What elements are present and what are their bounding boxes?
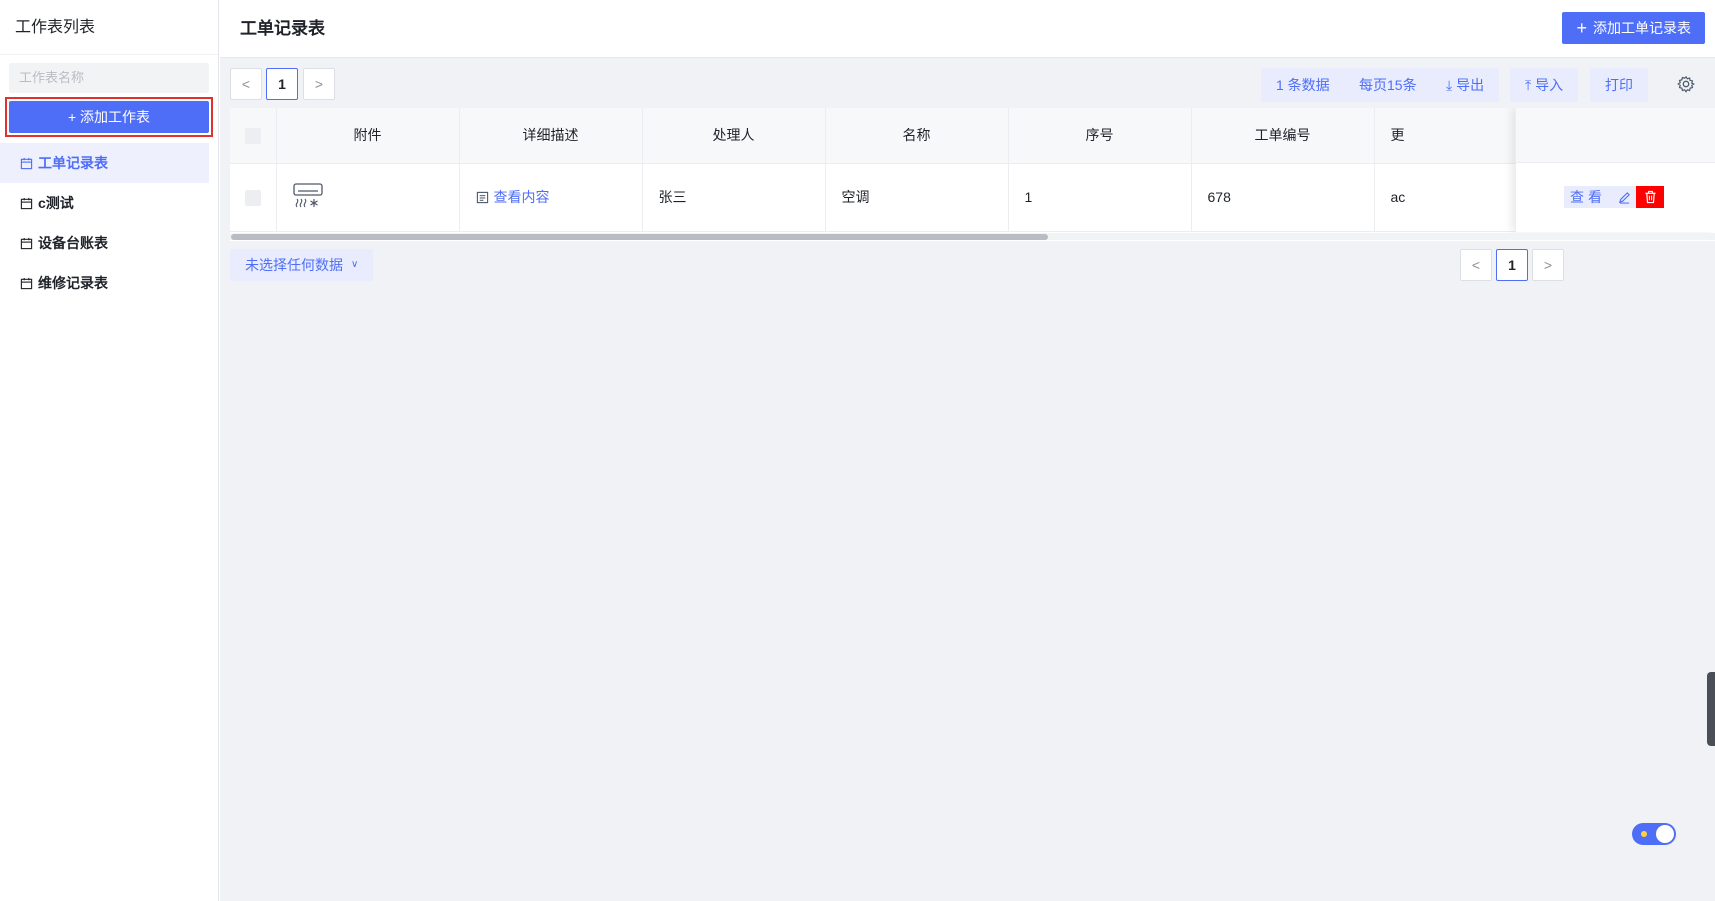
column-header[interactable]: 详细描述 — [459, 108, 643, 164]
seq-cell: 1 — [1008, 163, 1192, 232]
edit-button[interactable] — [1612, 186, 1636, 208]
sheet-item-work-order[interactable]: 工单记录表 — [0, 143, 209, 183]
page-1-button[interactable]: 1 — [266, 68, 298, 100]
download-icon: ⤓ — [1446, 77, 1453, 93]
page-size-select[interactable]: 每页15条 — [1344, 68, 1432, 102]
scroll-thumb[interactable] — [231, 234, 1048, 240]
add-sheet-button[interactable]: + 添加工作表 — [9, 101, 209, 133]
view-content-label: 查看内容 — [493, 189, 550, 205]
document-icon — [476, 191, 488, 203]
sheet-list: 工单记录表 c测试 设备台账表 维修记录表 — [0, 143, 218, 303]
header: 工单记录表 + 添加工单记录表 — [220, 0, 1715, 58]
attachment-cell — [276, 163, 460, 232]
sun-icon — [1641, 831, 1647, 837]
actions-column: 查看 — [1515, 108, 1715, 232]
main-content: 工单记录表 + 添加工单记录表 < 1 > 1 条数据 每页15条 ⤓ 导出 ⤒… — [220, 0, 1715, 901]
sheet-item-c-test[interactable]: c测试 — [0, 183, 209, 223]
sheet-item-label: 设备台账表 — [38, 235, 108, 251]
delete-button[interactable] — [1636, 186, 1664, 208]
name-cell: 空调 — [825, 163, 1009, 232]
gear-icon[interactable] — [1677, 75, 1695, 93]
trash-icon — [1644, 190, 1656, 204]
row-select-cell — [230, 163, 277, 232]
more-cell: ac — [1374, 163, 1531, 232]
bottom-next-page-button[interactable]: > — [1532, 249, 1564, 281]
select-all-checkbox[interactable] — [244, 127, 261, 144]
bottom-page-1-button[interactable]: 1 — [1496, 249, 1528, 281]
sheet-item-repair-record[interactable]: 维修记录表 — [0, 263, 209, 303]
view-content-link[interactable]: 查看内容 — [476, 187, 550, 207]
sidebar: 工作表列表 工作表名称 + 添加工作表 工单记录表 c测试 设备台账表 维修记录… — [0, 0, 219, 901]
pencil-icon — [1618, 191, 1630, 204]
actions-header — [1516, 108, 1715, 163]
calendar-icon — [20, 157, 33, 169]
add-sheet-highlight: + 添加工作表 — [5, 97, 213, 137]
side-panel-handle[interactable] — [1707, 672, 1715, 746]
sheet-item-label: c测试 — [38, 195, 74, 211]
sheet-item-equipment-ledger[interactable]: 设备台账表 — [0, 223, 209, 263]
column-header[interactable]: 名称 — [825, 108, 1009, 164]
column-header[interactable]: 处理人 — [642, 108, 826, 164]
page-title: 工单记录表 — [240, 19, 325, 38]
column-header[interactable]: 更 — [1374, 108, 1531, 164]
view-button[interactable]: 查看 — [1564, 186, 1612, 208]
column-header[interactable]: 工单编号 — [1191, 108, 1375, 164]
selection-label: 未选择任何数据 — [245, 257, 343, 273]
calendar-icon — [20, 197, 33, 209]
add-record-button[interactable]: + 添加工单记录表 — [1562, 12, 1705, 44]
chevron-down-icon: ∨ — [351, 259, 359, 270]
theme-toggle[interactable] — [1632, 823, 1676, 845]
add-record-label: 添加工单记录表 — [1593, 20, 1691, 36]
column-header[interactable]: 序号 — [1008, 108, 1192, 164]
import-label: 导入 — [1535, 77, 1564, 93]
calendar-icon — [20, 277, 33, 289]
table-header-row: 附件 详细描述 处理人 名称 序号 工单编号 更 — [230, 108, 1531, 164]
sheet-search-input[interactable]: 工作表名称 — [9, 63, 209, 93]
next-page-button[interactable]: > — [303, 68, 335, 100]
table-row: 查看内容 张三 空调 1 678 ac — [230, 163, 1531, 232]
select-all-cell — [230, 108, 277, 164]
sheet-item-label: 维修记录表 — [38, 275, 108, 291]
sidebar-title: 工作表列表 — [0, 0, 218, 55]
air-conditioner-icon[interactable] — [292, 182, 323, 210]
column-header[interactable]: 附件 — [276, 108, 460, 164]
selection-dropdown[interactable]: 未选择任何数据 ∨ — [230, 249, 374, 281]
horizontal-scrollbar[interactable] — [230, 233, 1715, 240]
plus-icon: + — [1576, 18, 1587, 38]
upload-icon: ⤒ — [1525, 77, 1532, 93]
toggle-knob — [1656, 825, 1674, 843]
record-count: 1 条数据 — [1261, 68, 1345, 102]
export-label: 导出 — [1456, 77, 1485, 93]
calendar-icon — [20, 237, 33, 249]
export-button[interactable]: ⤓ 导出 — [1431, 68, 1500, 102]
toolbar: < 1 > 1 条数据 每页15条 ⤓ 导出 ⤒ 导入 打印 — [230, 68, 1715, 102]
sheet-item-label: 工单记录表 — [38, 155, 108, 171]
row-checkbox[interactable] — [244, 189, 261, 206]
import-button[interactable]: ⤒ 导入 — [1510, 68, 1579, 102]
description-cell: 查看内容 — [459, 163, 643, 232]
bottom-prev-page-button[interactable]: < — [1460, 249, 1492, 281]
prev-page-button[interactable]: < — [230, 68, 262, 100]
handler-cell: 张三 — [642, 163, 826, 232]
print-button[interactable]: 打印 — [1590, 68, 1648, 102]
order-no-cell: 678 — [1191, 163, 1375, 232]
data-table: 附件 详细描述 处理人 名称 序号 工单编号 更 查看内容 张三 空调 1 67… — [230, 108, 1715, 241]
row-actions: 查看 — [1564, 186, 1664, 208]
